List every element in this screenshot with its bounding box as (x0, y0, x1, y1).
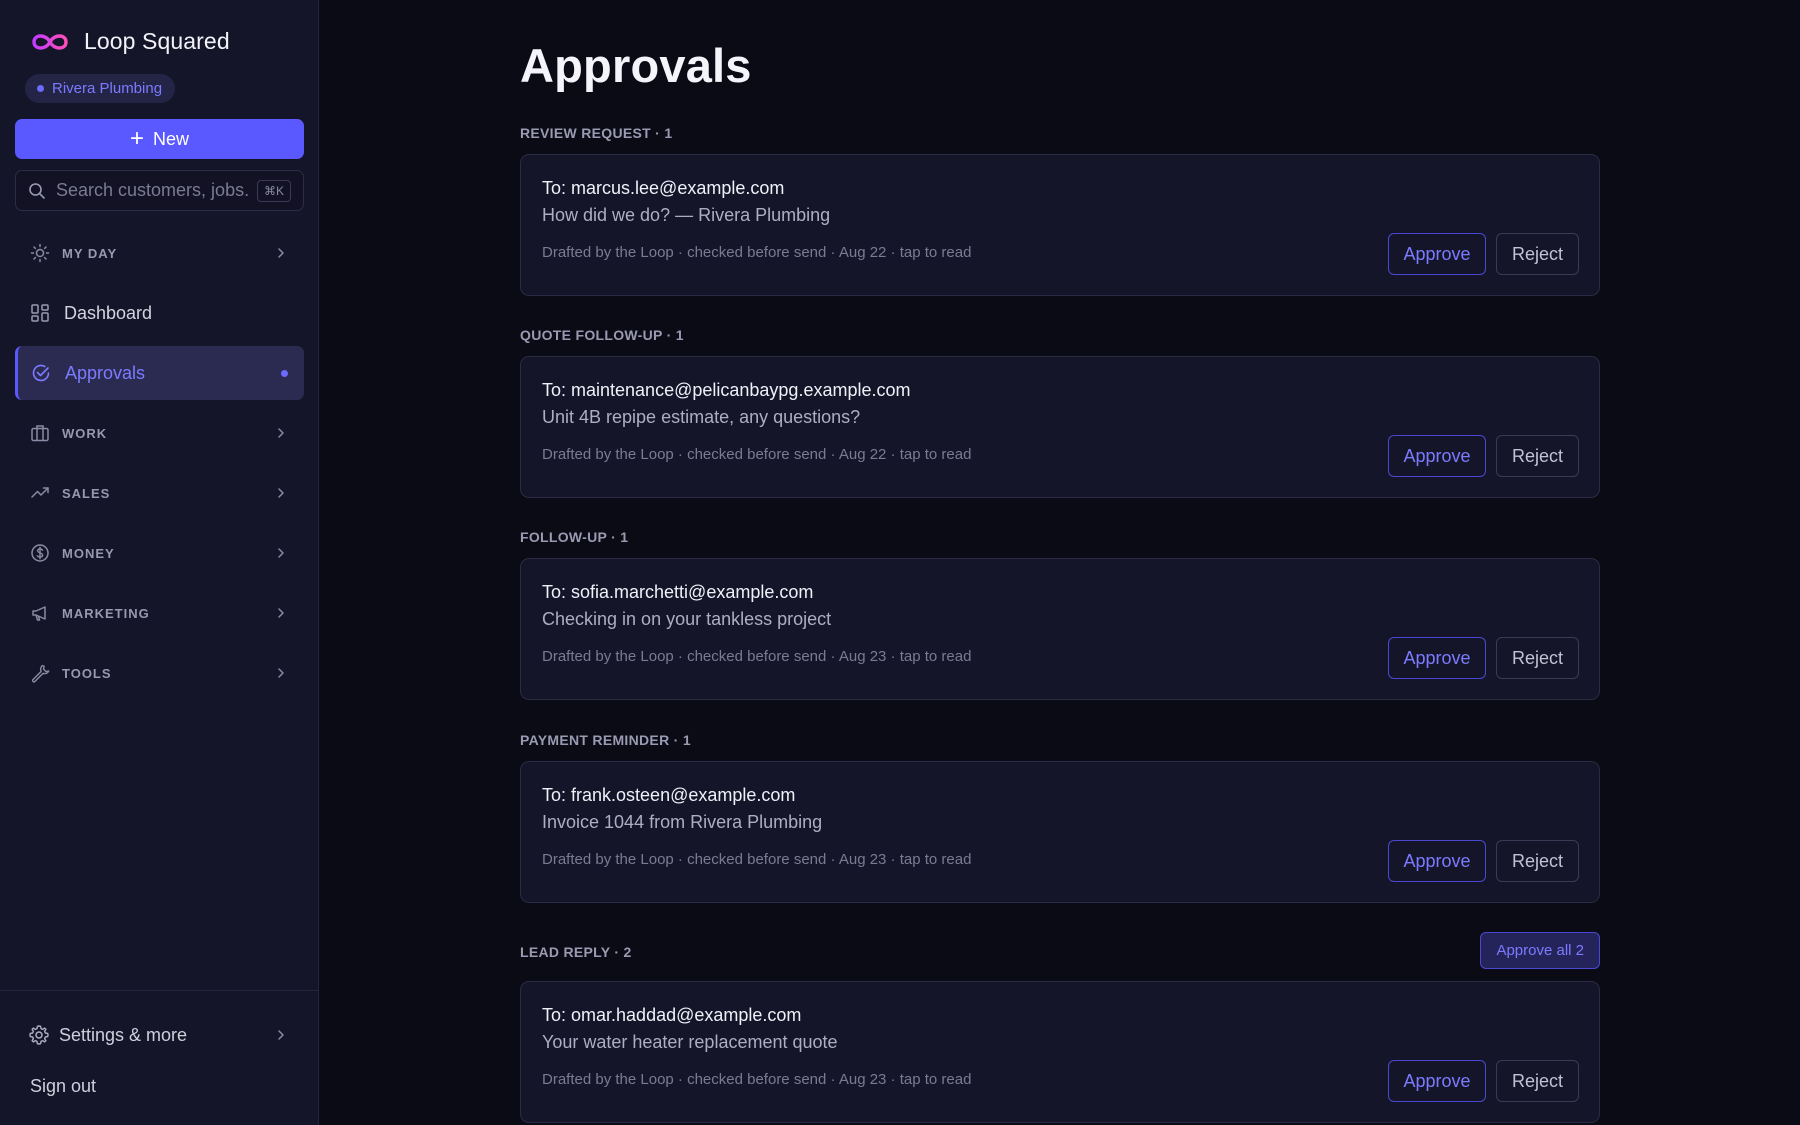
group-heading: REVIEW REQUEST · 1 (520, 125, 673, 141)
card-subject: How did we do? — Rivera Plumbing (542, 205, 831, 225)
approve-button[interactable]: Approve (1388, 233, 1486, 275)
sidebar-item-label: MARKETING (62, 605, 150, 621)
brand-logo[interactable]: Loop Squared (28, 28, 230, 55)
search-input[interactable]: Search customers, jobs... ⌘K (15, 170, 304, 211)
sidebar-item-dashboard[interactable]: Dashboard (15, 286, 304, 340)
search-shortcut-badge: ⌘K (256, 179, 291, 202)
approve-button[interactable]: Approve (1388, 1060, 1486, 1102)
grid-icon (31, 304, 49, 322)
card-meta: Drafted by the Loop · checked before sen… (542, 1071, 972, 1088)
approval-card[interactable]: To: maintenance@pelicanbaypg.example.com… (520, 356, 1600, 498)
chevron-right-icon (278, 608, 284, 618)
approval-card[interactable]: To: frank.osteen@example.com Invoice 104… (520, 761, 1600, 903)
approve-button[interactable]: Approve (1388, 435, 1486, 477)
sidebar-item-work[interactable]: WORK (15, 406, 304, 460)
card-recipient: To: marcus.lee@example.com (542, 178, 785, 198)
card-meta: Drafted by the Loop · checked before sen… (542, 851, 972, 868)
settings-label: Settings & more (59, 1024, 188, 1045)
sidebar-divider (0, 990, 319, 991)
sidebar-item-label: Approvals (65, 362, 146, 383)
sign-out-link[interactable]: Sign out (30, 1076, 96, 1097)
card-subject: Your water heater replacement quote (542, 1032, 838, 1052)
approve-button[interactable]: Approve (1388, 637, 1486, 679)
sidebar-item-label: Dashboard (64, 302, 153, 323)
reject-button[interactable]: Reject (1496, 637, 1579, 679)
page-title: Approvals (520, 39, 752, 92)
card-recipient: To: maintenance@pelicanbaypg.example.com (542, 380, 911, 400)
card-meta: Drafted by the Loop · checked before sen… (542, 446, 972, 463)
sidebar-item-tools[interactable]: TOOLS (15, 646, 304, 700)
approve-all-button[interactable]: Approve all 2 (1480, 932, 1600, 969)
sidebar-item-money[interactable]: MONEY (15, 526, 304, 580)
infinity-logo-icon (32, 33, 68, 50)
wrench-icon (31, 664, 50, 683)
sidebar: Loop Squared Rivera Plumbing + New Searc… (0, 0, 319, 1125)
sun-icon (30, 243, 50, 263)
group-heading: PAYMENT REMINDER · 1 (520, 732, 691, 748)
sidebar-item-label: WORK (62, 425, 108, 441)
reject-button[interactable]: Reject (1496, 1060, 1579, 1102)
sidebar-item-label: MONEY (62, 545, 115, 561)
brand-name: Loop Squared (84, 28, 230, 54)
sidebar-item-label: TOOLS (62, 665, 112, 681)
sidebar-item-marketing[interactable]: MARKETING (15, 586, 304, 640)
approval-card[interactable]: To: marcus.lee@example.com How did we do… (520, 154, 1600, 296)
sidebar-item-my-day[interactable]: MY DAY (15, 226, 304, 280)
card-recipient: To: omar.haddad@example.com (542, 1005, 802, 1025)
card-recipient: To: sofia.marchetti@example.com (542, 582, 814, 602)
approve-button[interactable]: Approve (1388, 840, 1486, 882)
card-subject: Invoice 1044 from Rivera Plumbing (542, 812, 823, 832)
chevron-right-icon (278, 488, 284, 498)
chevron-right-icon (278, 428, 284, 438)
chevron-right-icon (278, 1030, 284, 1040)
sidebar-item-approvals[interactable]: Approvals (15, 346, 304, 400)
org-status-dot (37, 85, 44, 92)
group-heading: LEAD REPLY · 2 (520, 944, 632, 960)
reject-button[interactable]: Reject (1496, 840, 1579, 882)
reject-button[interactable]: Reject (1496, 435, 1579, 477)
card-subject: Unit 4B repipe estimate, any questions? (542, 407, 861, 427)
card-subject: Checking in on your tankless project (542, 609, 832, 629)
search-placeholder: Search customers, jobs... (56, 180, 248, 200)
plus-icon: + (129, 125, 144, 152)
settings-button[interactable]: Settings & more (28, 1020, 288, 1050)
new-button[interactable]: + New (15, 119, 304, 159)
megaphone-icon (32, 606, 46, 621)
chevron-right-icon (278, 248, 284, 258)
chevron-right-icon (278, 548, 284, 558)
briefcase-icon (31, 425, 49, 442)
group-heading: FOLLOW-UP · 1 (520, 529, 629, 545)
trending-up-icon (31, 487, 49, 498)
group-heading-row: LEAD REPLY · 2 Approve all 2 (520, 932, 1600, 969)
reject-button[interactable]: Reject (1496, 233, 1579, 275)
sidebar-item-label: SALES (62, 485, 111, 501)
check-circle-icon (32, 364, 50, 382)
gear-icon (29, 1025, 49, 1045)
chevron-right-icon (278, 668, 284, 678)
org-name: Rivera Plumbing (52, 80, 163, 97)
card-recipient: To: frank.osteen@example.com (542, 785, 796, 805)
sidebar-item-label: MY DAY (62, 245, 118, 261)
unread-dot (281, 369, 288, 377)
search-icon (29, 182, 45, 199)
card-meta: Drafted by the Loop · checked before sen… (542, 244, 972, 261)
sidebar-item-sales[interactable]: SALES (15, 466, 304, 520)
approval-card[interactable]: To: sofia.marchetti@example.com Checking… (520, 558, 1600, 700)
new-button-label: New (153, 128, 190, 149)
group-heading: QUOTE FOLLOW-UP · 1 (520, 327, 684, 343)
dollar-circle-icon (31, 544, 49, 562)
card-meta: Drafted by the Loop · checked before sen… (542, 648, 972, 665)
org-badge[interactable]: Rivera Plumbing (25, 74, 176, 103)
approval-card[interactable]: To: omar.haddad@example.com Your water h… (520, 981, 1600, 1123)
